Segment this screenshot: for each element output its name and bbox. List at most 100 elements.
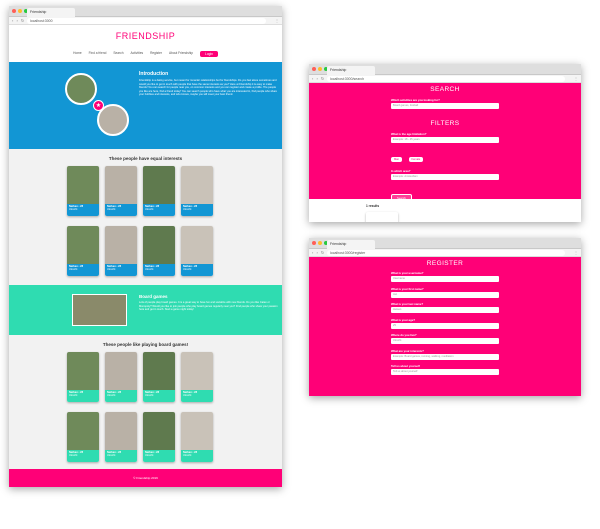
profile-label: Nathan • 28 Utrecht <box>105 204 137 216</box>
profile-label: Nathan • 28 Utrecht <box>181 264 213 276</box>
gender-chip-man[interactable]: Man <box>391 157 403 162</box>
profile-card[interactable]: Nathan • 28 Utrecht <box>143 352 175 402</box>
close-icon[interactable] <box>12 9 16 13</box>
browser-tab[interactable]: Friendship <box>27 8 75 17</box>
profile-card[interactable]: Nathan • 28 Utrecht <box>181 352 213 402</box>
filters-title: FILTERS <box>430 120 460 127</box>
result-card[interactable] <box>366 212 398 222</box>
activities-input[interactable]: Board games, football <box>391 103 499 109</box>
profile-card[interactable]: Nathan • 28 Utrecht <box>67 166 99 216</box>
profile-city: Utrecht <box>145 208 154 212</box>
profile-label: Nathan • 28 Utrecht <box>143 450 175 462</box>
field-input[interactable]: 25 <box>391 322 499 329</box>
field-label: What are your interests? <box>391 348 424 353</box>
register-browser-window: Friendship ‹ › ↻ localhost:3000/register… <box>309 238 581 396</box>
profile-label: Nathan • 28 Utrecht <box>105 264 137 276</box>
profile-card[interactable]: Nathan • 28 Utrecht <box>143 166 175 216</box>
nav-arrows-icon[interactable]: ‹ › ↻ <box>12 18 25 23</box>
results-area: 1 results <box>309 199 581 222</box>
browser-tab[interactable]: Friendship <box>327 66 375 75</box>
profile-city: Utrecht <box>183 208 192 212</box>
star-icon: ★ <box>93 100 104 111</box>
nav-home[interactable]: Home <box>73 51 82 57</box>
field-input[interactable]: Utrecht <box>391 338 499 344</box>
profile-photo <box>181 412 213 450</box>
boardgames-text: Lots of people play board games. It is a… <box>139 301 278 312</box>
intro-heading: Introduction <box>139 71 169 77</box>
profile-card[interactable]: Nathan • 28 Utrecht <box>105 352 137 402</box>
nav-find[interactable]: Find a friend <box>89 51 107 57</box>
gender-chip-female[interactable]: Female <box>408 157 424 162</box>
profile-card[interactable]: Nathan • 28 Utrecht <box>143 226 175 276</box>
profile-city: Utrecht <box>183 268 192 272</box>
area-label: In which area? <box>391 169 411 173</box>
browser-tab[interactable]: Friendship <box>327 240 375 249</box>
profile-card[interactable]: Nathan • 28 Utrecht <box>181 412 213 462</box>
section-title: These people have equal interests <box>108 156 183 161</box>
profile-card[interactable]: Nathan • 28 Utrecht <box>67 412 99 462</box>
profile-city: Utrecht <box>69 268 78 272</box>
register-field: Where do you live? Utrecht <box>391 333 499 344</box>
url-field[interactable]: localhost:3000/search <box>327 76 565 82</box>
logo[interactable]: FRIENDSHIP <box>9 31 282 41</box>
search-title: SEARCH <box>430 86 460 93</box>
profile-photo <box>143 226 175 264</box>
profile-photo <box>105 352 137 390</box>
minimize-icon[interactable] <box>318 241 322 245</box>
search-panel: SEARCH Which activities are you looking … <box>309 83 581 202</box>
profile-city: Utrecht <box>107 454 116 458</box>
field-input[interactable]: Tell us about yourself <box>391 369 499 375</box>
profile-card[interactable]: Nathan • 28 Utrecht <box>181 226 213 276</box>
profile-card[interactable]: Nathan • 28 Utrecht <box>67 352 99 402</box>
age-input[interactable]: Example: 18 - 45 years <box>391 137 499 143</box>
field-input[interactable]: Example: Board games, running, walking, … <box>391 353 499 360</box>
activities-label: Which activities are you looking for? <box>391 98 440 102</box>
nav-about[interactable]: About Friendship <box>169 51 193 57</box>
minimize-icon[interactable] <box>18 9 22 13</box>
field-input[interactable]: Jansen <box>391 307 499 313</box>
profile-photo <box>105 412 137 450</box>
boardgames-section: Board games Lots of people play board ga… <box>9 285 282 335</box>
close-icon[interactable] <box>312 241 316 245</box>
boardgames-heading: Board games <box>139 294 168 299</box>
profile-photo <box>181 352 213 390</box>
profile-city: Utrecht <box>69 454 78 458</box>
field-label: Tell us about yourself <box>391 364 420 368</box>
minimize-icon[interactable] <box>318 67 322 71</box>
nav-arrows-icon[interactable]: ‹ › ↻ <box>312 76 325 81</box>
menu-icon[interactable]: ⋮ <box>574 250 578 255</box>
boardgame-photo <box>72 294 127 326</box>
profile-card[interactable]: Nathan • 28 Utrecht <box>105 166 137 216</box>
profile-label: Nathan • 28 Utrecht <box>105 390 137 402</box>
window-chrome: Friendship <box>309 64 581 75</box>
profile-card[interactable]: Nathan • 28 Utrecht <box>67 226 99 276</box>
menu-icon[interactable]: ⋮ <box>574 76 578 81</box>
profile-label: Nathan • 28 Utrecht <box>67 450 99 462</box>
area-input[interactable]: Example: Amsterdam <box>391 174 499 180</box>
profile-city: Utrecht <box>145 454 154 458</box>
field-input[interactable]: Username <box>391 276 499 282</box>
login-button[interactable]: Login <box>200 51 218 57</box>
profile-photo <box>143 352 175 390</box>
url-field[interactable]: localhost:3000 <box>27 18 266 24</box>
field-label: What is your last name? <box>391 302 424 306</box>
profile-card[interactable]: Nathan • 28 Utrecht <box>143 412 175 462</box>
field-input[interactable]: Jan <box>391 291 499 298</box>
close-icon[interactable] <box>312 67 316 71</box>
url-field[interactable]: localhost:3000/register <box>327 250 565 256</box>
profile-card[interactable]: Nathan • 28 Utrecht <box>105 412 137 462</box>
profile-label: Nathan • 28 Utrecht <box>143 204 175 216</box>
register-form: What is your username? Username What is yo… <box>391 271 499 380</box>
field-label: What is your age? <box>391 317 416 322</box>
nav-register[interactable]: Register <box>150 51 162 57</box>
profile-label: Nathan • 28 Utrecht <box>67 204 99 216</box>
profile-label: Nathan • 28 Utrecht <box>143 264 175 276</box>
profile-photo <box>181 166 213 204</box>
nav-arrows-icon[interactable]: ‹ › ↻ <box>312 250 325 255</box>
menu-icon[interactable]: ⋮ <box>275 18 279 23</box>
profile-card[interactable]: Nathan • 28 Utrecht <box>105 226 137 276</box>
address-bar: ‹ › ↻ localhost:3000/register ⋮ <box>309 249 581 257</box>
nav-activities[interactable]: Activities <box>130 51 143 57</box>
profile-card[interactable]: Nathan • 28 Utrecht <box>181 166 213 216</box>
nav-search[interactable]: Search <box>113 51 123 57</box>
